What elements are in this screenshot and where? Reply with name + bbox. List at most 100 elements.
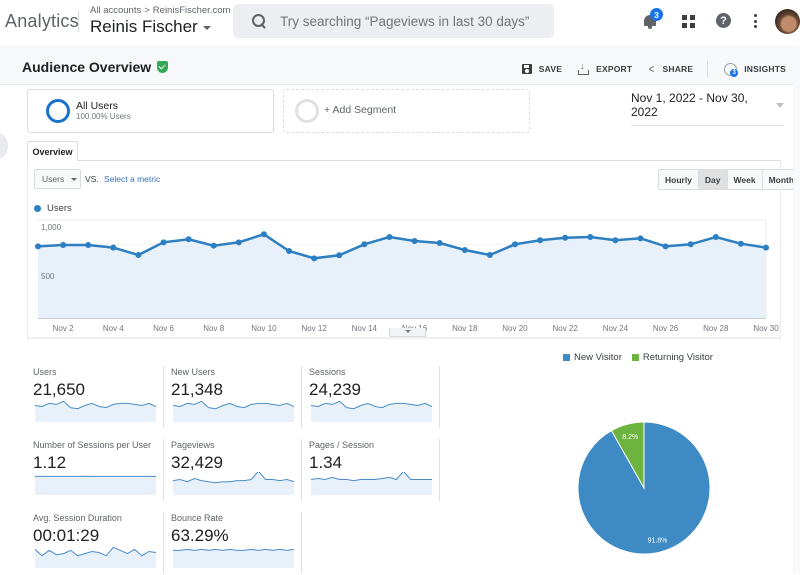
data-point[interactable] bbox=[135, 252, 141, 258]
metric-label: Pages / Session bbox=[309, 440, 374, 450]
insights-icon: 3 bbox=[724, 63, 737, 76]
metric-value: 24,239 bbox=[309, 380, 361, 400]
save-label: SAVE bbox=[539, 64, 562, 74]
y-tick-label: 500 bbox=[41, 272, 55, 281]
data-point[interactable] bbox=[361, 241, 367, 247]
date-range-picker[interactable]: Nov 1, 2022 - Nov 30, 2022 bbox=[631, 91, 784, 126]
sparkline bbox=[35, 472, 156, 495]
metric-card[interactable]: Pages / Session1.34 bbox=[303, 436, 440, 502]
x-tick-label: Nov 10 bbox=[251, 324, 277, 333]
legend-label: Users bbox=[47, 203, 72, 214]
visitor-pie-chart[interactable]: 8.2%91.8% bbox=[576, 420, 712, 556]
breadcrumb-root[interactable]: All accounts bbox=[90, 5, 141, 16]
divider bbox=[163, 512, 164, 574]
date-range-label: Nov 1, 2022 - Nov 30, 2022 bbox=[631, 91, 776, 119]
notification-badge: 3 bbox=[650, 8, 663, 21]
divider bbox=[439, 366, 440, 428]
product-name[interactable]: Analytics bbox=[5, 11, 79, 32]
data-point[interactable] bbox=[537, 237, 543, 243]
metric-card[interactable]: Number of Sessions per User1.12 bbox=[27, 436, 164, 502]
data-point[interactable] bbox=[186, 236, 192, 242]
metric-card[interactable]: Pageviews 32,429 bbox=[165, 436, 302, 502]
x-tick-label: Nov 24 bbox=[603, 324, 629, 333]
pie-label-returning: 8.2% bbox=[622, 434, 638, 441]
pie-legend-returning-visitor[interactable]: Returning Visitor bbox=[632, 352, 713, 363]
data-point[interactable] bbox=[713, 234, 719, 240]
metric-card[interactable]: Sessions24,239 bbox=[303, 363, 440, 429]
pie-legend-new-visitor[interactable]: New Visitor bbox=[563, 352, 622, 363]
data-point[interactable] bbox=[386, 234, 392, 240]
insights-button[interactable]: 3 INSIGHTS bbox=[724, 63, 786, 76]
chart-resize-handle[interactable] bbox=[389, 328, 426, 337]
data-point[interactable] bbox=[612, 237, 618, 243]
data-point[interactable] bbox=[261, 231, 267, 237]
sparkline-line bbox=[173, 549, 294, 550]
metric-card[interactable]: Avg. Session Duration00:01:29 bbox=[27, 509, 164, 575]
metric-label: Avg. Session Duration bbox=[33, 513, 122, 523]
more-vert-icon[interactable] bbox=[754, 14, 757, 28]
segment-all-users[interactable]: All Users 100.00% Users bbox=[27, 89, 274, 133]
data-point[interactable] bbox=[211, 243, 217, 249]
data-point[interactable] bbox=[437, 240, 443, 246]
x-tick-label: Nov 30 bbox=[753, 324, 779, 333]
data-point[interactable] bbox=[562, 235, 568, 241]
data-point[interactable] bbox=[35, 243, 41, 249]
metric-card[interactable]: Users21,650 bbox=[27, 363, 164, 429]
metric-label: Pageviews bbox=[171, 440, 215, 450]
granularity-hourly[interactable]: Hourly bbox=[659, 170, 698, 189]
segment-name: All Users bbox=[76, 100, 118, 112]
data-point[interactable] bbox=[286, 248, 292, 254]
x-tick-label: Nov 18 bbox=[452, 324, 478, 333]
export-button[interactable]: EXPORT bbox=[578, 64, 632, 75]
metric-card[interactable]: Bounce Rate63.29% bbox=[165, 509, 302, 575]
data-point[interactable] bbox=[161, 239, 167, 245]
data-point[interactable] bbox=[487, 252, 493, 258]
side-nav-toggle[interactable] bbox=[0, 133, 8, 159]
data-point[interactable] bbox=[763, 245, 769, 251]
divider bbox=[78, 10, 79, 32]
search-box[interactable]: Try searching “Pageviews in last 30 days… bbox=[233, 4, 554, 38]
data-point[interactable] bbox=[236, 239, 242, 245]
data-point[interactable] bbox=[311, 255, 317, 261]
metric-value: 32,429 bbox=[171, 453, 223, 473]
select-metric-link[interactable]: Select a metric bbox=[104, 174, 160, 184]
account-selector[interactable]: All accounts > ReinisFischer.com Reinis … bbox=[90, 5, 230, 37]
apps-grid-icon[interactable] bbox=[682, 15, 695, 28]
share-label: SHARE bbox=[662, 64, 693, 74]
data-point[interactable] bbox=[85, 242, 91, 248]
data-point[interactable] bbox=[60, 242, 66, 248]
data-point[interactable] bbox=[637, 235, 643, 241]
insights-badge: 3 bbox=[730, 69, 738, 77]
tab-overview[interactable]: Overview bbox=[27, 141, 78, 161]
data-point[interactable] bbox=[336, 252, 342, 258]
breadcrumb-property[interactable]: ReinisFischer.com bbox=[153, 5, 231, 16]
add-segment-button[interactable]: + Add Segment bbox=[283, 89, 530, 133]
x-tick-label: Nov 28 bbox=[703, 324, 729, 333]
data-point[interactable] bbox=[412, 238, 418, 244]
scrollbar[interactable] bbox=[793, 45, 800, 574]
account-name-dropdown[interactable]: Reinis Fischer bbox=[90, 17, 230, 37]
data-point[interactable] bbox=[688, 241, 694, 247]
segment-percentage: 100.00% Users bbox=[76, 112, 131, 121]
vs-label: VS. bbox=[85, 174, 99, 184]
search-input[interactable]: Try searching “Pageviews in last 30 days… bbox=[280, 14, 529, 29]
x-tick-label: Nov 2 bbox=[53, 324, 74, 333]
granularity-day[interactable]: Day bbox=[698, 170, 727, 189]
share-button[interactable]: < SHARE bbox=[648, 62, 693, 76]
save-button[interactable]: SAVE bbox=[522, 64, 562, 74]
data-point[interactable] bbox=[512, 241, 518, 247]
data-point[interactable] bbox=[663, 243, 669, 249]
granularity-week[interactable]: Week bbox=[727, 170, 762, 189]
metric-dropdown[interactable]: Users bbox=[34, 169, 81, 189]
shield-check-icon[interactable] bbox=[157, 61, 168, 73]
avatar[interactable] bbox=[775, 9, 800, 34]
metric-card[interactable]: New Users21,348 bbox=[165, 363, 302, 429]
data-point[interactable] bbox=[587, 234, 593, 240]
users-line-chart[interactable]: 1,000500 Nov 2Nov 4Nov 6Nov 8Nov 10Nov 1… bbox=[28, 215, 780, 340]
data-point[interactable] bbox=[462, 247, 468, 253]
data-point[interactable] bbox=[738, 241, 744, 247]
data-point[interactable] bbox=[110, 245, 116, 251]
help-icon[interactable]: ? bbox=[716, 13, 731, 28]
account-name: Reinis Fischer bbox=[90, 17, 198, 37]
pie-legend-label: New Visitor bbox=[574, 352, 622, 363]
